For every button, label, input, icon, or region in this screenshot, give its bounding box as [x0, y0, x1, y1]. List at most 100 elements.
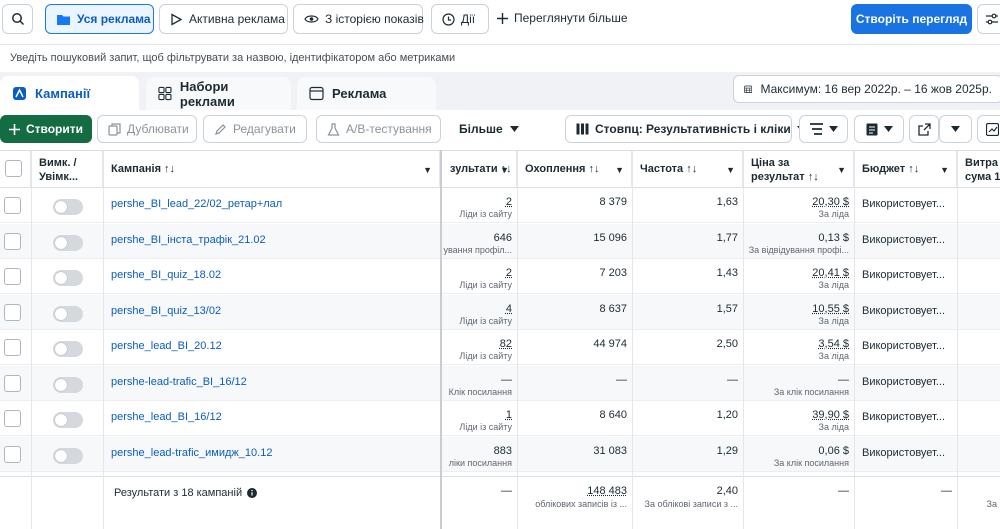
- caret-down-icon[interactable]: ▼: [726, 163, 735, 177]
- header-cost-per-result[interactable]: Ціна за результат ↑↓ ▼: [743, 151, 854, 188]
- search-hint: Уведіть пошуковий запит, щоб фільтрувати…: [10, 52, 456, 64]
- tab-adsets[interactable]: Набори реклами: [146, 77, 291, 110]
- campaign-status-toggle[interactable]: [53, 270, 83, 286]
- table-row[interactable]: pershe_BI_інста_трафік_21.02 646 ування пр…: [0, 223, 1000, 259]
- tab-campaigns[interactable]: Кампанії: [0, 76, 139, 110]
- with-history-filter-button[interactable]: З історією показів: [293, 4, 424, 34]
- create-view-button[interactable]: Створіть перегляд: [851, 4, 972, 34]
- breakdown-dropdown[interactable]: [799, 115, 848, 143]
- view-more-button[interactable]: Переглянути більше: [497, 11, 628, 25]
- ab-test-button[interactable]: А/В-тестування: [316, 115, 441, 143]
- cost-per-result-type: За ліда: [818, 280, 849, 290]
- header-reach[interactable]: Охоплення ↑↓ ▼: [517, 151, 632, 188]
- row-checkbox[interactable]: [4, 339, 21, 356]
- header-toggle[interactable]: Вимк. / Увімк...: [31, 151, 103, 188]
- campaign-status-toggle[interactable]: [53, 341, 83, 357]
- share-button[interactable]: [909, 115, 939, 143]
- grid-icon: [158, 86, 172, 101]
- share-dropdown[interactable]: [939, 115, 972, 143]
- date-range-label: Максимум: 16 вер 2022р. – 16 жов 2025р.: [760, 82, 992, 96]
- table-row[interactable]: pershe_BI_lead_22/02_ретар+лал 2 Ліди із с…: [0, 188, 1000, 223]
- duplicate-label: Дублювати: [127, 122, 189, 136]
- campaign-status-toggle[interactable]: [53, 447, 83, 464]
- caret-down-icon[interactable]: ▼: [423, 163, 432, 177]
- settings-button[interactable]: [977, 4, 1000, 34]
- reach-value: 7 203: [599, 267, 627, 279]
- row-checkbox[interactable]: [4, 232, 21, 250]
- create-label: Створити: [25, 122, 84, 136]
- campaign-name-link[interactable]: pershe_BI_quiz_18.02: [111, 269, 221, 281]
- header-campaign[interactable]: Кампанія ↑↓ ▼: [103, 151, 440, 188]
- row-checkbox[interactable]: [4, 445, 21, 463]
- table-toolbar: Створити Дублювати Редагувати А/В-тестув…: [0, 110, 1000, 150]
- create-button[interactable]: Створити: [0, 115, 92, 143]
- select-all-checkbox[interactable]: [5, 160, 22, 177]
- results-type: ування профіл...: [443, 244, 512, 255]
- table-row[interactable]: pershe_lead_BI_16/12 1 Ліди із сайту 8 640 1…: [0, 401, 1000, 436]
- cost-per-result-type: За клік посилання: [773, 386, 849, 397]
- active-ads-label: Активна реклама: [189, 12, 285, 26]
- campaign-name-link[interactable]: pershe_BI_інста_трафік_21.02: [111, 234, 266, 246]
- search-filter-bar[interactable]: Уведіть пошуковий запит, щоб фільтрувати…: [0, 44, 1000, 72]
- caret-down-icon[interactable]: ▼: [940, 163, 949, 177]
- info-icon[interactable]: [247, 488, 258, 498]
- duplicate-button[interactable]: Дублювати: [97, 115, 197, 143]
- campaign-status-toggle[interactable]: [53, 412, 83, 428]
- table-row[interactable]: pershe-lead-trafic_BI_16/12— Клік посилан…: [0, 365, 1000, 401]
- search-button[interactable]: [2, 4, 33, 34]
- budget-value: Використовует...: [862, 340, 946, 352]
- row-checkbox[interactable]: [4, 410, 21, 427]
- column-divider: [103, 150, 104, 529]
- tab-ads[interactable]: Реклама: [297, 77, 436, 110]
- header-reach-label: Охоплення ↑↓: [525, 163, 600, 175]
- active-ads-filter-button[interactable]: Активна реклама: [159, 4, 288, 34]
- caret-down-icon: [883, 126, 893, 132]
- results-type: Ліди із сайту: [459, 209, 512, 219]
- tab-ads-label: Реклама: [332, 86, 387, 101]
- header-cost-line1: Ціна за: [751, 157, 790, 169]
- breakdown-icon: [809, 123, 823, 135]
- columns-dropdown[interactable]: Стовпц: Результативність і кліки: [565, 115, 806, 143]
- header-frequency[interactable]: Частота ↑↓ ▼: [632, 151, 743, 188]
- table-row[interactable]: pershe_BI_quiz_18.02 2 Ліди із сайту 7 203 1…: [0, 259, 1000, 294]
- campaign-status-toggle[interactable]: [53, 199, 83, 215]
- campaign-name-link[interactable]: pershe-lead-trafic_BI_16/12: [111, 376, 247, 388]
- table-row[interactable]: pershe_lead_BI_20.12 82 Ліди із сайту 44 97…: [0, 330, 1000, 365]
- column-divider: [31, 150, 32, 529]
- header-amount-spent[interactable]: Витра сума 1: [957, 151, 1000, 188]
- columns-label: Стовпц: Результативність і кліки: [595, 122, 791, 136]
- row-checkbox[interactable]: [4, 374, 21, 392]
- caret-down-icon[interactable]: ▼: [615, 163, 624, 177]
- campaign-name-link[interactable]: pershe_BI_lead_22/02_ретар+лал: [111, 198, 282, 210]
- campaign-name-link[interactable]: pershe_BI_quiz_13/02: [111, 305, 221, 317]
- caret-down-icon[interactable]: ▼: [500, 163, 509, 177]
- cost-per-result-value: 3,54 $: [818, 338, 849, 350]
- chart-button[interactable]: [977, 115, 1000, 143]
- header-results[interactable]: зультати ↑↓ ▼: [442, 151, 517, 188]
- campaign-name-link[interactable]: pershe_lead-trafic_имидж_10.12: [111, 447, 272, 459]
- header-budget[interactable]: Бюджет ↑↓ ▼: [854, 151, 957, 188]
- row-checkbox[interactable]: [4, 268, 21, 285]
- campaign-status-toggle[interactable]: [53, 234, 83, 251]
- table-header: Вимк. / Увімк... Кампанія ↑↓ ▼ зультати …: [0, 150, 1000, 188]
- cost-per-result-value: 0,13 $: [818, 231, 849, 244]
- campaign-name-link[interactable]: pershe_lead_BI_20.12: [111, 340, 222, 352]
- actions-button[interactable]: Дії: [431, 4, 489, 34]
- header-budget-label: Бюджет ↑↓: [862, 163, 920, 175]
- row-checkbox[interactable]: [4, 197, 21, 214]
- more-dropdown[interactable]: Більше: [459, 122, 519, 136]
- caret-down-icon[interactable]: ▼: [837, 163, 846, 177]
- table-row[interactable]: pershe_BI_quiz_13/02 4 Ліди із сайту 8 637 1…: [0, 294, 1000, 330]
- campaign-status-toggle[interactable]: [53, 305, 83, 322]
- campaign-name-link[interactable]: pershe_lead_BI_16/12: [111, 411, 222, 423]
- results-value: 82: [499, 338, 512, 350]
- reports-dropdown[interactable]: [854, 115, 904, 143]
- campaign-status-toggle[interactable]: [53, 376, 83, 393]
- results-type: Ліди із сайту: [459, 422, 512, 432]
- table-row[interactable]: pershe_lead-trafic_имидж_10.12 883 ліки по…: [0, 436, 1000, 472]
- edit-button[interactable]: Редагувати: [203, 115, 307, 143]
- row-checkbox[interactable]: [4, 303, 21, 321]
- all-ads-filter-button[interactable]: Уся реклама: [45, 4, 154, 34]
- date-range-picker[interactable]: Максимум: 16 вер 2022р. – 16 жов 2025р.: [733, 75, 1000, 103]
- results-type: Ліди із сайту: [459, 280, 512, 290]
